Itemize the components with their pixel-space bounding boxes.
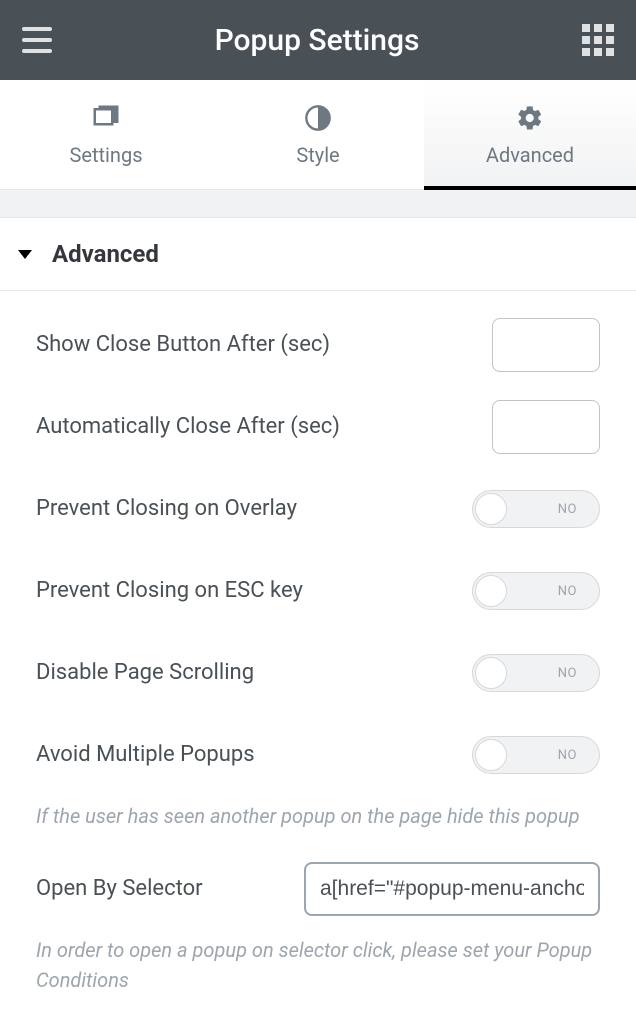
toggle-state: NO [558, 666, 577, 681]
tab-label: Style [296, 143, 339, 167]
tab-style[interactable]: Style [212, 80, 424, 189]
row-avoid-multiple: Avoid Multiple Popups NO [36, 725, 600, 785]
toggle-disable-scroll[interactable]: NO [472, 654, 600, 692]
toggle-state: NO [558, 502, 577, 517]
hamburger-menu-icon[interactable] [22, 27, 52, 53]
row-disable-scroll: Disable Page Scrolling NO [36, 643, 600, 703]
toggle-knob [475, 575, 507, 607]
contrast-icon [303, 103, 333, 133]
apps-grid-icon[interactable] [582, 24, 614, 56]
tab-label: Settings [69, 143, 142, 167]
windows-icon [91, 103, 121, 133]
tab-advanced[interactable]: Advanced [424, 80, 636, 189]
input-auto-close-after[interactable] [492, 400, 600, 454]
section-header-advanced[interactable]: Advanced [0, 218, 636, 291]
toggle-avoid-multiple[interactable]: NO [472, 736, 600, 774]
row-auto-close-after: Automatically Close After (sec) [36, 397, 600, 457]
chevron-down-icon [18, 250, 32, 259]
label-avoid-multiple: Avoid Multiple Popups [36, 741, 255, 770]
help-open-by-selector: In order to open a popup on selector cli… [36, 935, 600, 995]
label-disable-scroll: Disable Page Scrolling [36, 659, 254, 688]
help-avoid-multiple: If the user has seen another popup on th… [36, 801, 600, 831]
toggle-state: NO [558, 748, 577, 763]
tab-label: Advanced [486, 143, 574, 167]
tabs: Settings Style Advanced [0, 80, 636, 190]
input-open-by-selector[interactable] [304, 862, 600, 916]
toggle-knob [475, 493, 507, 525]
spacer [0, 190, 636, 218]
row-open-by-selector: Open By Selector [36, 859, 600, 919]
label-open-by-selector: Open By Selector [36, 875, 203, 904]
row-show-close-after: Show Close Button After (sec) [36, 315, 600, 375]
toggle-prevent-esc[interactable]: NO [472, 572, 600, 610]
row-prevent-esc: Prevent Closing on ESC key NO [36, 561, 600, 621]
label-prevent-esc: Prevent Closing on ESC key [36, 577, 303, 606]
toggle-knob [475, 657, 507, 689]
toggle-state: NO [558, 584, 577, 599]
header: Popup Settings [0, 0, 636, 80]
toggle-knob [475, 739, 507, 771]
row-prevent-overlay: Prevent Closing on Overlay NO [36, 479, 600, 539]
controls: Show Close Button After (sec) Automatica… [0, 291, 636, 1033]
header-title: Popup Settings [215, 23, 420, 58]
label-auto-close-after: Automatically Close After (sec) [36, 413, 340, 442]
tab-settings[interactable]: Settings [0, 80, 212, 189]
toggle-prevent-overlay[interactable]: NO [472, 490, 600, 528]
label-prevent-overlay: Prevent Closing on Overlay [36, 495, 297, 524]
section-title: Advanced [52, 240, 159, 268]
input-show-close-after[interactable] [492, 318, 600, 372]
gear-icon [515, 103, 545, 133]
label-show-close-after: Show Close Button After (sec) [36, 331, 330, 360]
